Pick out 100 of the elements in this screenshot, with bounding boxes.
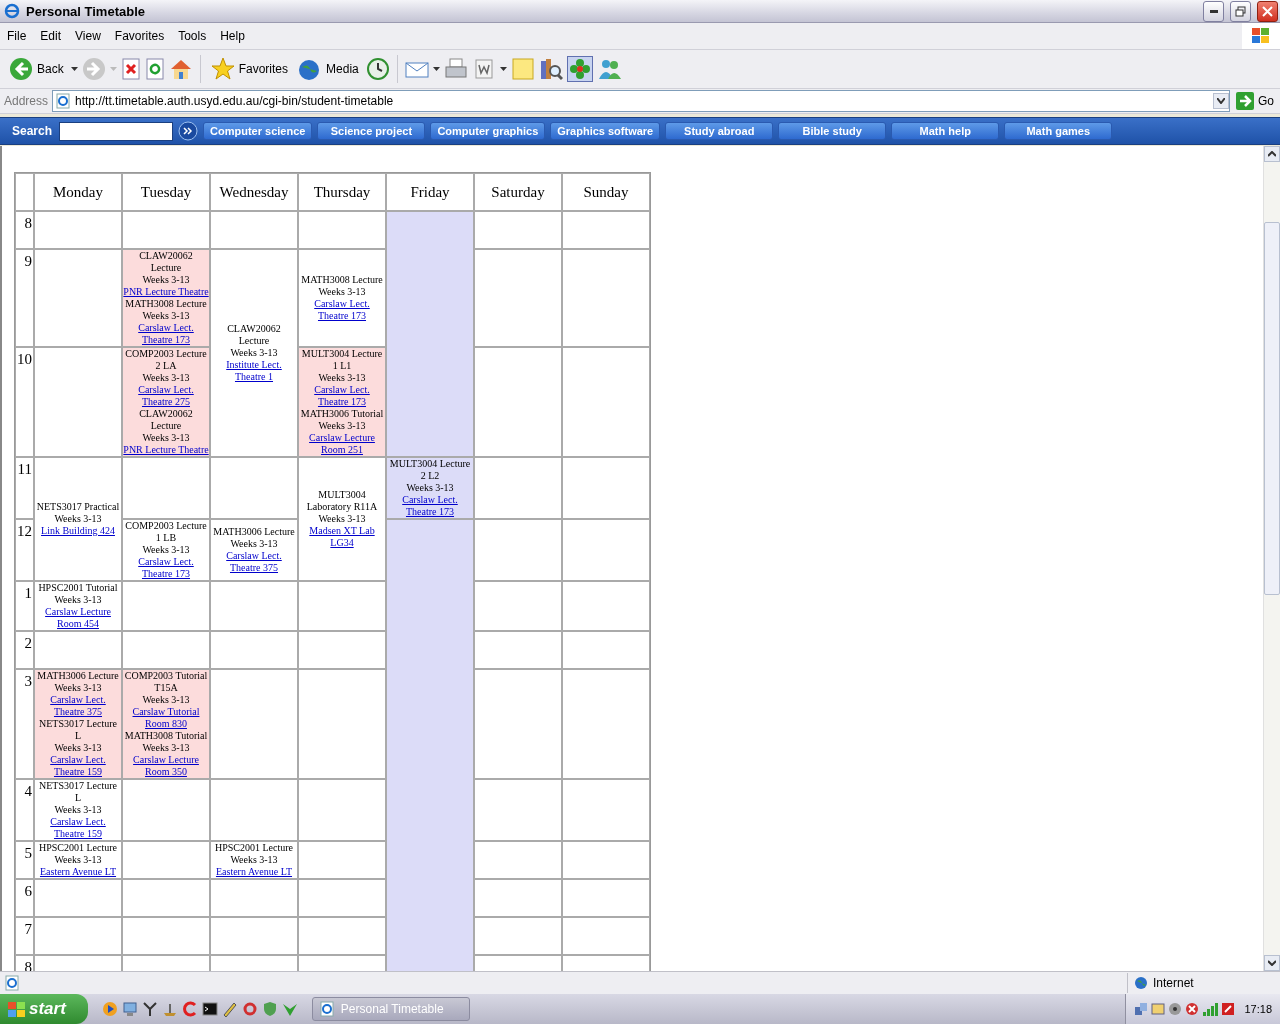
link-button[interactable]: Math help [891,122,1000,140]
dropdown-button[interactable] [1213,93,1229,109]
history-clock-icon[interactable] [365,57,390,81]
hour-label: 7 [15,917,34,955]
session-weeks: Weeks 3-13 [317,286,367,298]
caret-icon [109,66,117,72]
hour-label: 9 [15,249,34,347]
restore-button[interactable] [1230,0,1251,22]
caret-icon [70,66,78,72]
room-link[interactable]: Carslaw Tutorial Room 830 [123,706,209,730]
session-weeks: Weeks 3-13 [53,854,103,866]
room-link[interactable]: Carslaw Lect. Theatre 375 [35,694,121,718]
signal-bars-icon[interactable] [1202,1002,1219,1016]
hour-label: 4 [15,779,34,841]
room-link[interactable]: PNR Lecture Theatre [123,286,209,298]
room-link[interactable]: Madsen XT Lab LG34 [299,525,385,549]
session-weeks: Weeks 3-13 [141,544,191,556]
room-link[interactable]: Eastern Avenue LT [35,866,121,878]
room-link[interactable]: PNR Lecture Theatre [123,444,209,456]
room-link[interactable]: Institute Lect. Theatre 1 [211,359,297,383]
ring-icon[interactable] [241,1001,258,1017]
page-icon [318,1001,335,1017]
chevron-down-icon [1217,98,1225,104]
pen-icon[interactable] [221,1001,238,1017]
room-link[interactable]: Carslaw Lect. Theatre 173 [387,494,473,518]
room-link[interactable]: Carslaw Lecture Room 350 [123,754,209,778]
room-link[interactable]: Carslaw Lect. Theatre 159 [35,754,121,778]
session-weeks: Weeks 3-13 [53,594,103,606]
search-label: Search [12,124,53,138]
link-button[interactable]: Study abroad [665,122,774,140]
play-icon[interactable] [101,1001,118,1017]
antenna-icon[interactable] [141,1001,158,1017]
room-link[interactable]: Carslaw Lect. Theatre 173 [299,298,385,322]
scroll-up-button[interactable] [1264,146,1280,162]
search-go-icon[interactable] [178,121,199,141]
menu-item[interactable]: View [68,27,108,45]
room-link[interactable]: Carslaw Lect. Theatre 173 [123,322,209,346]
printer-icon[interactable] [443,57,468,81]
menu-item[interactable]: File [0,27,34,45]
scrollbar-thumb[interactable] [1264,222,1280,595]
search-field[interactable] [59,121,174,141]
link-button[interactable]: Bible study [778,122,887,140]
session-title: COMP2003 Lecture 2 LA [124,348,208,372]
speaker-icon[interactable] [1168,1002,1183,1016]
scroll-down-button[interactable] [1264,955,1280,971]
session-weeks: Weeks 3-13 [53,804,103,816]
address-field[interactable]: http://tt.timetable.auth.usyd.edu.au/cgi-bin/student-timetable [52,90,1230,112]
room-link[interactable]: Carslaw Lecture Room 251 [299,432,385,456]
network-icon[interactable] [1134,1002,1149,1016]
session-title: NETS3017 Lecture L [37,780,118,804]
link-button[interactable]: Computer science [203,122,313,140]
mail-icon[interactable] [404,59,429,79]
session-weeks: Weeks 3-13 [141,274,191,286]
session-weeks: Weeks 3-13 [229,854,279,866]
room-link[interactable]: Carslaw Lect. Theatre 173 [123,556,209,580]
room-link[interactable]: Carslaw Lect. Theatre 159 [35,816,121,840]
room-link[interactable]: Carslaw Lecture Room 454 [35,606,121,630]
session-title: MULT3004 Lecture 2 L2 [388,458,472,482]
menu-item[interactable]: Edit [33,27,69,45]
close-button[interactable] [1257,0,1278,22]
session-title: HPSC2001 Tutorial [37,582,119,594]
hour-label: 10 [15,347,34,457]
session-title: CLAW20062 Lecture [138,250,194,274]
back-button[interactable]: Back [6,55,67,83]
room-link[interactable]: Carslaw Lect. Theatre 275 [123,384,209,408]
room-link[interactable]: Eastern Avenue LT [211,866,297,878]
people-icon[interactable] [596,57,623,81]
room-link[interactable]: Carslaw Lect. Theatre 173 [299,384,385,408]
caret-icon [432,66,440,72]
refresh-icon[interactable] [144,57,165,81]
day-header: Monday [34,173,122,211]
session-title: MATH3008 Lecture [124,298,208,310]
terminal-icon[interactable] [201,1001,218,1017]
menu-item[interactable]: Favorites [107,27,172,45]
menu-item[interactable]: Help [213,27,252,45]
media-button[interactable]: Media [295,55,362,83]
day-header: Saturday [474,173,562,211]
minimize-button[interactable] [1203,0,1224,22]
go-button[interactable]: Go [1234,92,1276,110]
session-title: MATH3006 Tutorial [299,408,385,420]
checkmark-icon[interactable] [281,1001,298,1017]
stop-icon[interactable] [120,57,141,81]
flower-icon[interactable] [566,56,593,82]
link-button[interactable]: Science project [317,122,426,140]
warning-icon[interactable] [1185,1002,1200,1016]
room-link[interactable]: Carslaw Lect. Theatre 375 [211,550,297,574]
session-title: HPSC2001 Lecture [37,842,118,854]
hour-label: 6 [15,879,34,917]
session-weeks: Weeks 3-13 [405,482,455,494]
menu-item[interactable]: Tools [171,27,214,45]
alert-square-icon[interactable] [1221,1002,1236,1016]
link-button[interactable]: Computer graphics [430,122,546,140]
page-icon [4,975,20,991]
link-button[interactable]: Math games [1004,122,1113,140]
books-magnifier-icon[interactable] [538,57,563,81]
room-link[interactable]: Link Building 424 [35,525,121,537]
link-button[interactable]: Graphics software [550,122,661,140]
window-title: Personal Timetable [26,3,146,19]
session-weeks: Weeks 3-13 [141,742,191,754]
favorites-button[interactable]: Favorites [207,55,292,83]
